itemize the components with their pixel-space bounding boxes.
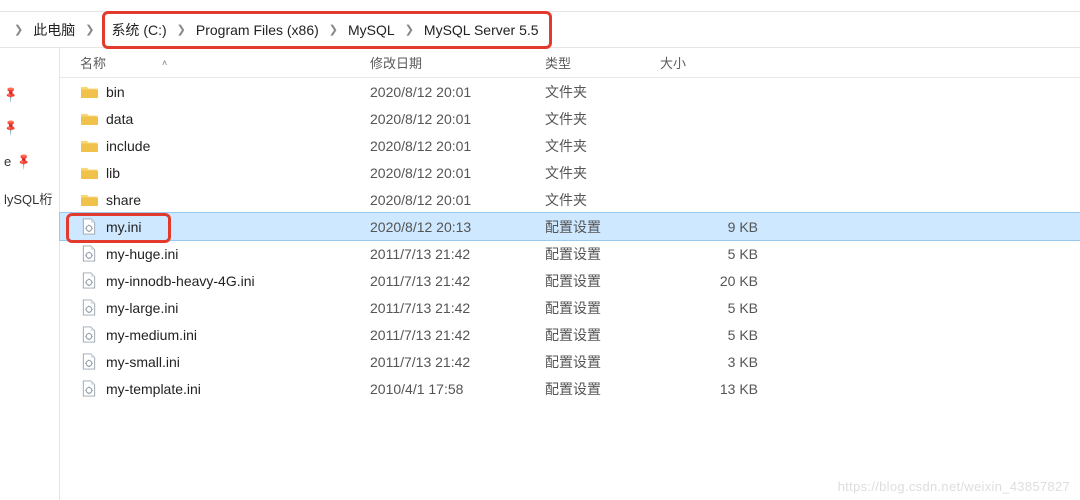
file-size: 3 KB bbox=[660, 354, 770, 370]
column-header-type[interactable]: 类型 bbox=[545, 53, 660, 72]
column-header-size[interactable]: 大小 bbox=[660, 53, 770, 72]
file-type: 配置设置 bbox=[545, 271, 660, 291]
watermark: https://blog.csdn.net/weixin_43857827 bbox=[838, 479, 1070, 494]
file-size: 20 KB bbox=[660, 273, 770, 289]
file-name: data bbox=[106, 111, 133, 127]
file-date: 2020/8/12 20:01 bbox=[370, 165, 545, 181]
chevron-right-icon[interactable]: ❯ bbox=[321, 23, 346, 36]
file-date: 2020/8/12 20:01 bbox=[370, 84, 545, 100]
file-date: 2011/7/13 21:42 bbox=[370, 246, 545, 262]
file-type: 文件夹 bbox=[545, 190, 660, 210]
breadcrumb-item[interactable]: Program Files (x86) bbox=[194, 20, 321, 40]
breadcrumb[interactable]: ❯ 此电脑 ❯ 系统 (C:) ❯ Program Files (x86) ❯ … bbox=[0, 12, 1080, 48]
folder-row[interactable]: include 2020/8/12 20:01文件夹 bbox=[60, 132, 1080, 159]
pin-icon: 📌 bbox=[15, 152, 34, 171]
column-headers[interactable]: 名称 ˄ 修改日期 类型 大小 bbox=[60, 48, 1080, 78]
file-name: lib bbox=[106, 165, 120, 181]
breadcrumb-item[interactable]: 系统 (C:) bbox=[109, 18, 168, 42]
file-name: my-large.ini bbox=[106, 300, 178, 316]
file-type: 配置设置 bbox=[545, 379, 660, 399]
file-date: 2020/8/12 20:01 bbox=[370, 192, 545, 208]
chevron-right-icon[interactable]: ❯ bbox=[6, 23, 31, 36]
quick-access-item[interactable]: 📌 bbox=[0, 111, 59, 144]
file-date: 2020/8/12 20:01 bbox=[370, 111, 545, 127]
sort-indicator-icon: ˄ bbox=[162, 58, 167, 68]
file-row[interactable]: my-small.ini 2011/7/13 21:42配置设置3 KB bbox=[60, 348, 1080, 375]
quick-access-item[interactable]: 📌 bbox=[0, 78, 59, 111]
file-type: 文件夹 bbox=[545, 82, 660, 102]
ini-file-icon bbox=[80, 326, 98, 344]
file-name: my.ini bbox=[106, 219, 142, 235]
file-name: my-medium.ini bbox=[106, 327, 197, 343]
file-size: 5 KB bbox=[660, 327, 770, 343]
ini-file-icon bbox=[80, 245, 98, 263]
file-size: 9 KB bbox=[660, 219, 770, 235]
file-row[interactable]: my-innodb-heavy-4G.ini 2011/7/13 21:42配置设… bbox=[60, 267, 1080, 294]
file-size: 5 KB bbox=[660, 300, 770, 316]
file-type: 文件夹 bbox=[545, 109, 660, 129]
breadcrumb-root[interactable]: 此电脑 bbox=[31, 18, 77, 42]
folder-row[interactable]: data 2020/8/12 20:01文件夹 bbox=[60, 105, 1080, 132]
folder-icon bbox=[80, 83, 98, 101]
ini-file-icon bbox=[80, 380, 98, 398]
file-name: my-innodb-heavy-4G.ini bbox=[106, 273, 255, 289]
folder-row[interactable]: bin 2020/8/12 20:01文件夹 bbox=[60, 78, 1080, 105]
quick-access-item[interactable]: lySQL桁 bbox=[0, 179, 59, 218]
pin-icon: 📌 bbox=[1, 85, 20, 104]
ini-file-icon bbox=[80, 299, 98, 317]
file-row[interactable]: my-huge.ini 2011/7/13 21:42配置设置5 KB bbox=[60, 240, 1080, 267]
file-date: 2020/8/12 20:01 bbox=[370, 138, 545, 154]
file-list[interactable]: 名称 ˄ 修改日期 类型 大小 bin2020/8/12 20:01文件夹dat… bbox=[60, 48, 1080, 500]
file-type: 配置设置 bbox=[545, 325, 660, 345]
ini-file-icon bbox=[80, 272, 98, 290]
column-header-name[interactable]: 名称 ˄ bbox=[60, 53, 370, 72]
file-date: 2020/8/12 20:13 bbox=[370, 219, 545, 235]
file-date: 2011/7/13 21:42 bbox=[370, 300, 545, 316]
file-date: 2011/7/13 21:42 bbox=[370, 327, 545, 343]
sidebar-item-label: e bbox=[4, 154, 11, 169]
folder-row[interactable]: share 2020/8/12 20:01文件夹 bbox=[60, 186, 1080, 213]
file-name: share bbox=[106, 192, 141, 208]
column-header-label: 名称 bbox=[80, 53, 106, 72]
file-row[interactable]: my-medium.ini 2011/7/13 21:42配置设置5 KB bbox=[60, 321, 1080, 348]
chevron-right-icon[interactable]: ❯ bbox=[77, 23, 102, 36]
file-size: 13 KB bbox=[660, 381, 770, 397]
folder-icon bbox=[80, 164, 98, 182]
folder-row[interactable]: lib 2020/8/12 20:01文件夹 bbox=[60, 159, 1080, 186]
breadcrumb-item[interactable]: MySQL Server 5.5 bbox=[422, 20, 541, 40]
file-date: 2010/4/1 17:58 bbox=[370, 381, 545, 397]
file-size: 5 KB bbox=[660, 246, 770, 262]
chevron-right-icon[interactable]: ❯ bbox=[397, 23, 422, 36]
quick-access-item[interactable]: e 📌 bbox=[0, 144, 59, 179]
breadcrumb-item[interactable]: MySQL bbox=[346, 20, 397, 40]
file-name: my-small.ini bbox=[106, 354, 180, 370]
breadcrumb-highlight: 系统 (C:) ❯ Program Files (x86) ❯ MySQL ❯ … bbox=[102, 11, 551, 49]
file-date: 2011/7/13 21:42 bbox=[370, 354, 545, 370]
column-header-date[interactable]: 修改日期 bbox=[370, 53, 545, 72]
folder-icon bbox=[80, 137, 98, 155]
file-type: 配置设置 bbox=[545, 217, 660, 237]
file-name: bin bbox=[106, 84, 125, 100]
file-row[interactable]: my-template.ini 2010/4/1 17:58配置设置13 KB bbox=[60, 375, 1080, 402]
file-type: 配置设置 bbox=[545, 244, 660, 264]
ini-file-icon bbox=[80, 218, 98, 236]
file-name: my-template.ini bbox=[106, 381, 201, 397]
file-type: 文件夹 bbox=[545, 136, 660, 156]
file-type: 配置设置 bbox=[545, 298, 660, 318]
folder-icon bbox=[80, 191, 98, 209]
file-row[interactable]: my.ini 2020/8/12 20:13配置设置9 KB bbox=[60, 213, 1080, 240]
chevron-right-icon[interactable]: ❯ bbox=[169, 23, 194, 36]
folder-icon bbox=[80, 110, 98, 128]
file-date: 2011/7/13 21:42 bbox=[370, 273, 545, 289]
navigation-pane[interactable]: 📌 📌 e 📌 lySQL桁 bbox=[0, 48, 60, 500]
file-type: 配置设置 bbox=[545, 352, 660, 372]
file-type: 文件夹 bbox=[545, 163, 660, 183]
file-row[interactable]: my-large.ini 2011/7/13 21:42配置设置5 KB bbox=[60, 294, 1080, 321]
ini-file-icon bbox=[80, 353, 98, 371]
sidebar-item-label: lySQL桁 bbox=[4, 189, 52, 208]
file-name: my-huge.ini bbox=[106, 246, 178, 262]
pin-icon: 📌 bbox=[1, 118, 20, 137]
file-name: include bbox=[106, 138, 150, 154]
